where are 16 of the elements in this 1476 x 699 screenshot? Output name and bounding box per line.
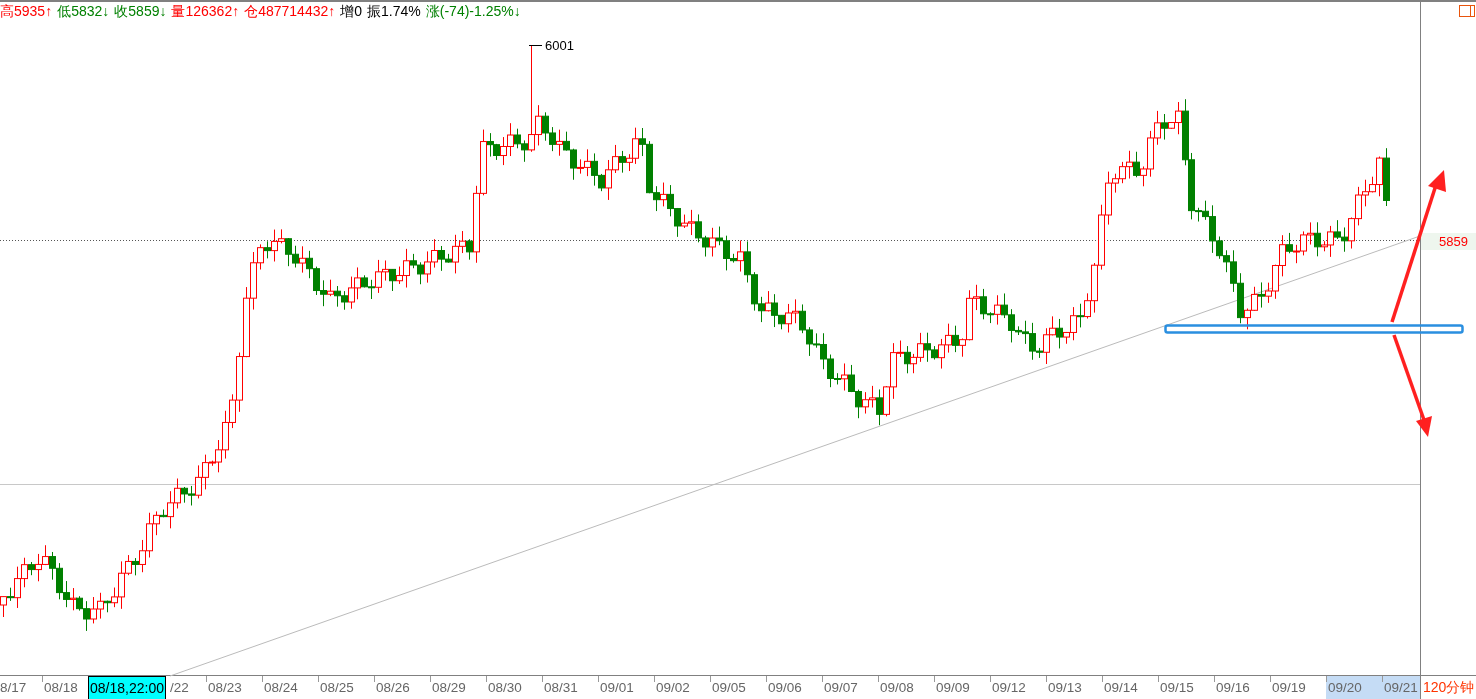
quote-value: 高5935↑ [0,3,53,21]
date-label: 09/20 [1326,676,1382,699]
quote-value: 仓487714432↑ [244,3,336,21]
cursor-time-label: 08/18,22:00 [88,676,166,699]
period-label[interactable]: 120分钟 [1421,676,1476,699]
date-label: 8/17 [0,679,28,697]
quote-value: 涨(-74)-1.25%↓ [425,3,521,21]
leader-line [528,45,543,46]
high-price-label: 6001 [545,38,574,53]
quote-value: 振1.74% [367,3,421,21]
quote-value: 低5832↓ [57,3,110,21]
price-tag: 5859 [1421,233,1476,250]
quote-value: 收5859↓ [114,3,167,21]
date-label: 09/21 [1382,676,1420,699]
window-toggle-icon[interactable] [1459,5,1475,17]
quote-value: 增0 [340,3,363,21]
